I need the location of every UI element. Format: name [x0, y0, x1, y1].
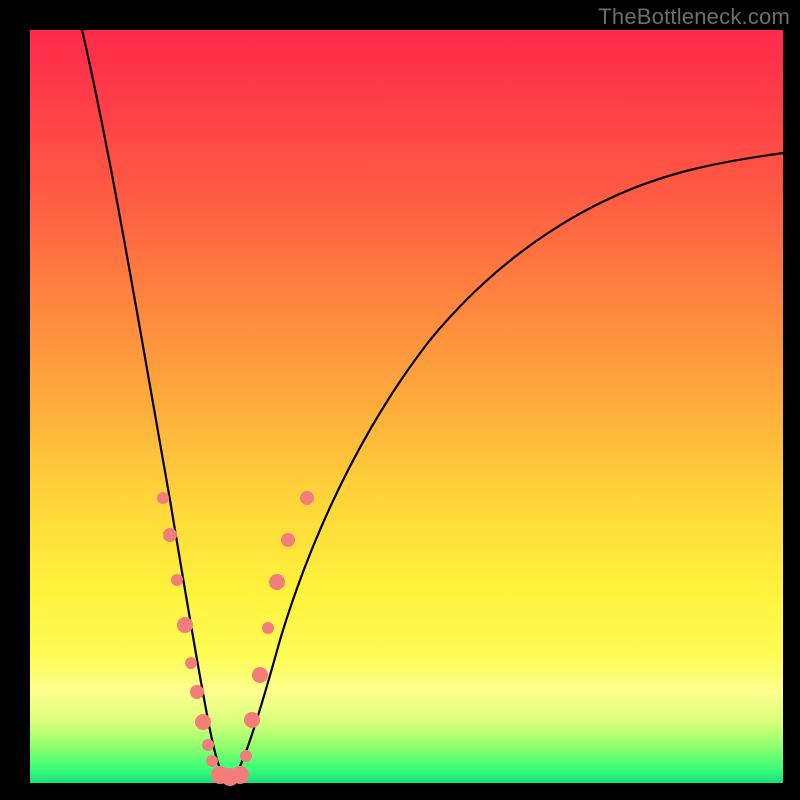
chart-frame: TheBottleneck.com	[0, 0, 800, 800]
curve-right-branch	[230, 153, 783, 782]
curve-left-branch	[82, 30, 230, 782]
marker-group	[157, 491, 314, 786]
watermark-text: TheBottleneck.com	[598, 4, 790, 30]
plot-area	[30, 30, 783, 783]
curve-layer	[30, 30, 783, 783]
